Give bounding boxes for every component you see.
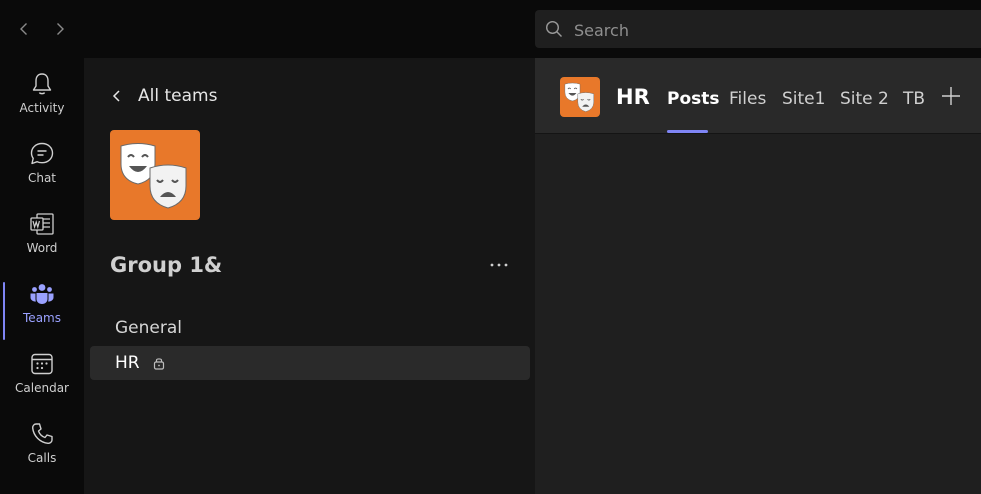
teams-icon (30, 284, 54, 304)
more-icon (490, 263, 508, 267)
channel-label: General (115, 318, 182, 338)
tab-tb[interactable]: TB (903, 89, 925, 109)
tab-site1[interactable]: Site1 (782, 89, 825, 109)
lock-icon (153, 358, 164, 370)
rail-label: Chat (27, 171, 57, 185)
rail-label: Calls (27, 451, 57, 465)
channel-label: HR (115, 353, 140, 373)
team-name: Group 1& (110, 253, 223, 277)
channel-content: HR Posts Files Site1 Site 2 TB (535, 58, 981, 494)
search-input[interactable] (572, 10, 976, 50)
rail-item-calls[interactable]: Calls (0, 420, 84, 486)
chat-icon (30, 142, 54, 165)
chevron-left-icon (112, 90, 120, 102)
rail-item-teams[interactable]: Teams (0, 280, 84, 346)
theater-masks-icon (120, 143, 187, 209)
forward-arrow-icon[interactable] (50, 19, 70, 39)
rail-label: Calendar (15, 381, 69, 395)
active-tab-underline (667, 130, 708, 133)
add-tab-button[interactable] (941, 86, 961, 106)
word-icon (30, 213, 54, 235)
channel-header: HR Posts Files Site1 Site 2 TB (535, 58, 981, 134)
theater-masks-icon (564, 82, 594, 112)
rail-label: Activity (19, 101, 65, 115)
search-icon (545, 20, 562, 37)
search-box[interactable] (535, 10, 981, 50)
tab-posts[interactable]: Posts (667, 89, 720, 109)
active-indicator (3, 282, 5, 340)
more-options-button[interactable] (484, 253, 514, 277)
calendar-icon (31, 353, 53, 375)
team-channels-panel: All teams Group 1& General HR (84, 58, 535, 494)
plus-icon (942, 87, 960, 105)
rail-item-chat[interactable]: Chat (0, 140, 84, 206)
channel-hr[interactable]: HR (90, 346, 530, 380)
rail-label: Teams (23, 311, 61, 325)
app-rail: Activity Chat Word Teams Calendar Calls (0, 58, 84, 494)
channel-title: HR (616, 85, 650, 109)
tab-site-2[interactable]: Site 2 (840, 89, 889, 109)
back-label: All teams (138, 86, 218, 106)
back-arrow-icon[interactable] (14, 19, 34, 39)
channel-team-logo (560, 77, 600, 117)
title-bar (0, 0, 981, 58)
rail-item-word[interactable]: Word (0, 210, 84, 276)
tab-files[interactable]: Files (729, 89, 766, 109)
channel-general[interactable]: General (90, 311, 530, 345)
phone-icon (31, 423, 53, 445)
bell-icon (32, 73, 52, 95)
rail-item-calendar[interactable]: Calendar (0, 350, 84, 416)
rail-item-activity[interactable]: Activity (0, 70, 84, 136)
all-teams-back-button[interactable]: All teams (110, 84, 217, 108)
rail-label: Word (26, 241, 58, 255)
team-logo (110, 130, 200, 220)
